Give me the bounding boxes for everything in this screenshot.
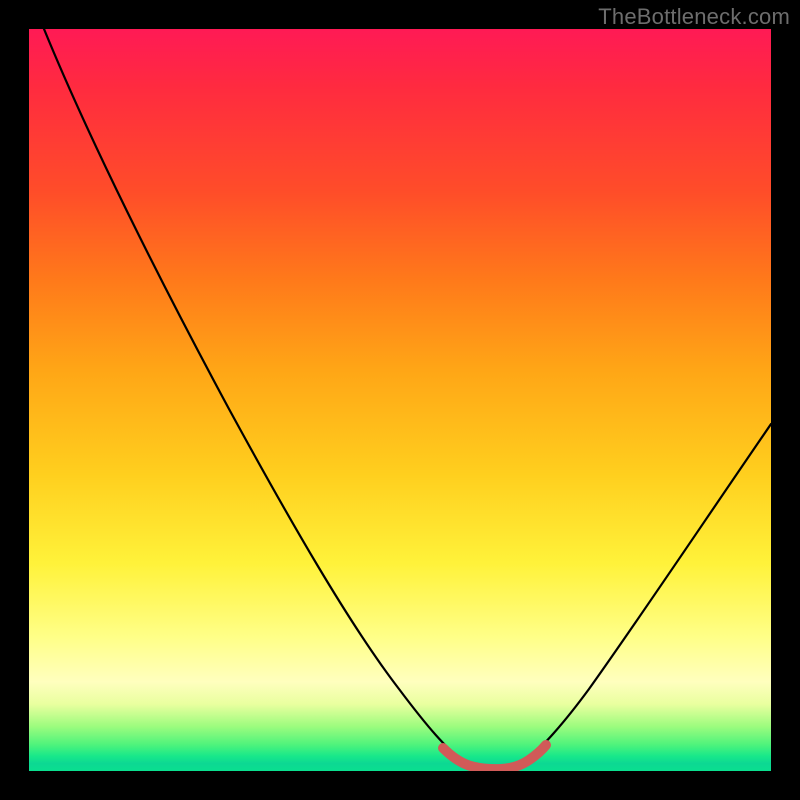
chart-frame: TheBottleneck.com [0,0,800,800]
curve-overlay [29,29,771,771]
gradient-plot-area [29,29,771,771]
watermark-text: TheBottleneck.com [598,4,790,30]
bottleneck-curve [44,29,771,767]
bottom-marker [443,745,546,769]
